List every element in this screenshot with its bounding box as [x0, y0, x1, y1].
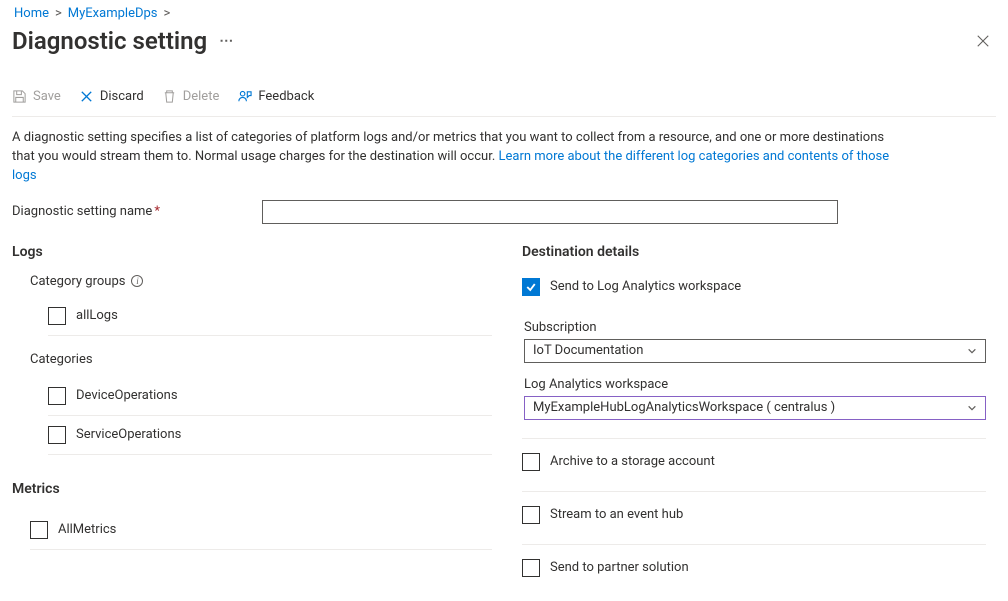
category-groups-label: Category groups i: [30, 274, 492, 289]
partner-label: Send to partner solution: [550, 560, 689, 575]
name-row: Diagnostic setting name*: [12, 200, 996, 224]
eventhub-label: Stream to an event hub: [550, 507, 683, 522]
category-row-serviceoperations: ServiceOperations: [48, 416, 492, 455]
close-icon[interactable]: [976, 34, 990, 48]
discard-icon: [79, 89, 94, 104]
required-asterisk: *: [154, 204, 160, 219]
partner-checkbox[interactable]: [522, 559, 540, 577]
save-button: Save: [12, 87, 61, 106]
chevron-right-icon: >: [55, 6, 62, 21]
more-icon[interactable]: ⋯: [219, 34, 235, 48]
delete-button: Delete: [162, 87, 220, 106]
metrics-title: Metrics: [12, 481, 492, 497]
name-label-text: Diagnostic setting name: [12, 204, 152, 219]
alllogs-row: allLogs: [48, 297, 492, 336]
delete-icon: [162, 89, 177, 104]
archive-label: Archive to a storage account: [550, 454, 715, 469]
save-icon: [12, 89, 27, 104]
subscription-field: Subscription IoT Documentation: [524, 320, 986, 363]
feedback-button[interactable]: Feedback: [237, 87, 314, 106]
dest-archive-group: Archive to a storage account: [522, 443, 986, 492]
subscription-select[interactable]: IoT Documentation: [524, 339, 986, 363]
discard-label: Discard: [100, 89, 144, 104]
page-title: Diagnostic setting ⋯: [12, 27, 235, 55]
delete-label: Delete: [183, 89, 220, 104]
breadcrumb-home[interactable]: Home: [14, 6, 49, 21]
feedback-label: Feedback: [258, 89, 314, 104]
deviceoperations-checkbox[interactable]: [48, 387, 66, 405]
workspace-value: MyExampleHubLogAnalyticsWorkspace ( cent…: [533, 400, 835, 415]
deviceoperations-label: DeviceOperations: [76, 388, 178, 403]
allmetrics-row: AllMetrics: [30, 511, 492, 550]
log-analytics-label: Send to Log Analytics workspace: [550, 279, 741, 294]
toolbar: Save Discard Delete Feedback: [12, 87, 996, 117]
archive-checkbox[interactable]: [522, 453, 540, 471]
serviceoperations-checkbox[interactable]: [48, 426, 66, 444]
category-groups-text: Category groups: [30, 274, 125, 289]
alllogs-checkbox[interactable]: [48, 307, 66, 325]
intro-text: A diagnostic setting specifies a list of…: [12, 129, 892, 186]
workspace-field: Log Analytics workspace MyExampleHubLogA…: [524, 377, 986, 420]
workspace-select[interactable]: MyExampleHubLogAnalyticsWorkspace ( cent…: [524, 396, 986, 420]
workspace-label: Log Analytics workspace: [524, 377, 986, 392]
save-label: Save: [33, 89, 61, 104]
serviceoperations-label: ServiceOperations: [76, 427, 181, 442]
dest-eventhub-group: Stream to an event hub: [522, 496, 986, 545]
dest-eventhub-row: Stream to an event hub: [522, 496, 986, 534]
dest-log-analytics-row: Send to Log Analytics workspace: [522, 274, 986, 306]
dest-partner-group: Send to partner solution: [522, 549, 986, 597]
name-label: Diagnostic setting name*: [12, 204, 262, 219]
chevron-right-icon: >: [164, 6, 171, 21]
breadcrumb: Home > MyExampleDps >: [14, 6, 996, 21]
subscription-label: Subscription: [524, 320, 986, 335]
chevron-down-icon: [967, 346, 977, 356]
log-analytics-checkbox[interactable]: [522, 278, 540, 296]
logs-column: Logs Category groups i allLogs Categorie…: [12, 244, 522, 601]
dest-archive-row: Archive to a storage account: [522, 443, 986, 481]
breadcrumb-resource[interactable]: MyExampleDps: [68, 6, 158, 21]
feedback-icon: [237, 89, 252, 104]
category-row-deviceoperations: DeviceOperations: [48, 377, 492, 416]
chevron-down-icon: [967, 403, 977, 413]
logs-title: Logs: [12, 244, 492, 260]
title-row: Diagnostic setting ⋯: [12, 27, 996, 55]
allmetrics-label: AllMetrics: [58, 522, 116, 537]
discard-button[interactable]: Discard: [79, 87, 144, 106]
allmetrics-checkbox[interactable]: [30, 521, 48, 539]
categories-label: Categories: [30, 352, 492, 367]
page-title-text: Diagnostic setting: [12, 27, 207, 55]
name-input[interactable]: [262, 200, 838, 224]
subscription-value: IoT Documentation: [533, 343, 643, 358]
dest-partner-row: Send to partner solution: [522, 549, 986, 587]
destination-title: Destination details: [522, 244, 986, 260]
dest-log-analytics-group: Send to Log Analytics workspace Subscrip…: [522, 274, 986, 439]
alllogs-label: allLogs: [76, 308, 118, 323]
info-icon[interactable]: i: [131, 275, 143, 287]
checkmark-icon: [525, 281, 537, 293]
destination-column: Destination details Send to Log Analytic…: [522, 244, 996, 601]
eventhub-checkbox[interactable]: [522, 506, 540, 524]
